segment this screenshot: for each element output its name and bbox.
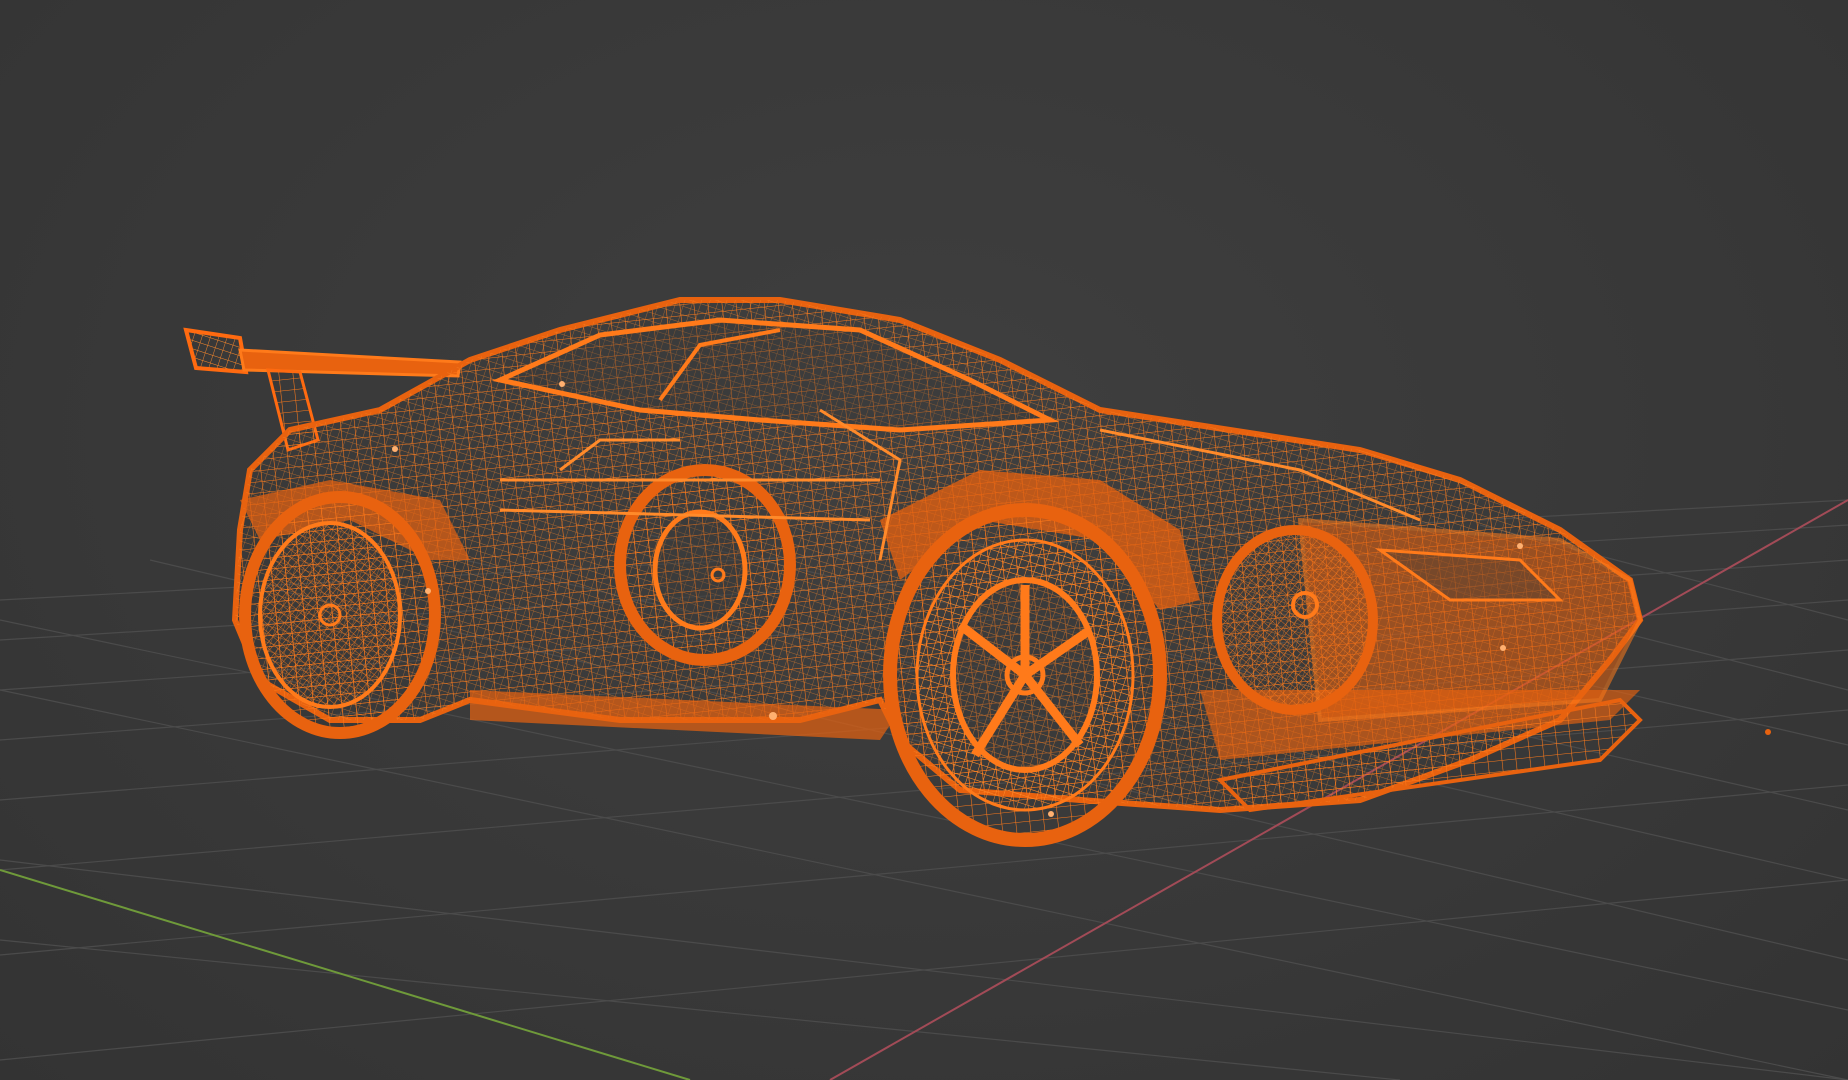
car-wireframe[interactable] [183,297,1644,847]
far-rear-wheel[interactable] [614,464,796,666]
viewport-canvas[interactable] [0,0,1848,1080]
front-wheel[interactable] [883,503,1167,847]
3d-viewport[interactable] [0,0,1848,1080]
rear-wheel[interactable] [239,491,441,739]
far-front-wheel[interactable] [1212,525,1378,715]
